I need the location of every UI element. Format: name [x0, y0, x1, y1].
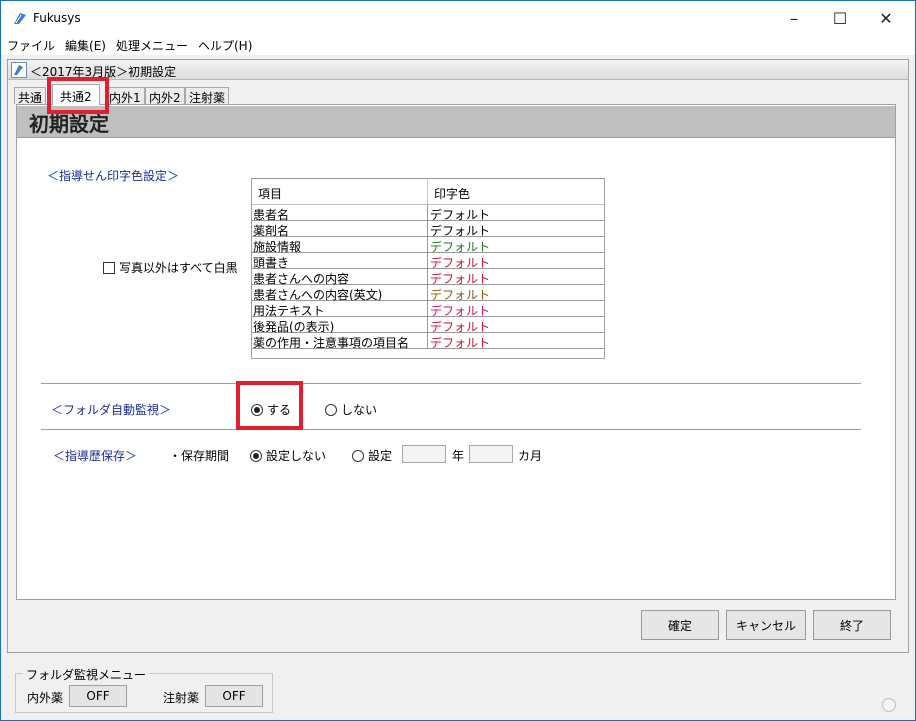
app-title: Fukusys: [33, 11, 81, 25]
table-row[interactable]: 頭書き デフォルト: [252, 253, 604, 270]
row-color-cell[interactable]: デフォルト: [427, 269, 490, 286]
row-color-cell[interactable]: デフォルト: [427, 285, 490, 302]
folder-monitor-menu-title: フォルダ監視メニュー: [23, 666, 150, 683]
row-color-cell[interactable]: デフォルト: [427, 205, 490, 222]
settings-panel: 初期設定 ＜指導せん印字色設定＞ 写真以外はすべて白黒 項目 印字色 患者名 デフ…: [16, 104, 896, 600]
row-color-cell[interactable]: デフォルト: [427, 333, 490, 350]
injection-label: 注射薬: [163, 691, 200, 705]
divider: [41, 429, 861, 430]
table-row[interactable]: 患者名 デフォルト: [252, 205, 604, 222]
print-color-section-label: ＜指導せん印字色設定＞: [47, 169, 180, 183]
table-row[interactable]: 薬剤名 デフォルト: [252, 221, 604, 238]
table-row[interactable]: 患者さんへの内容(英文) デフォルト: [252, 285, 604, 302]
row-color-cell[interactable]: デフォルト: [427, 317, 490, 334]
document-title-bar: ＜2017年3月版＞初期設定: [8, 60, 908, 80]
divider: [41, 383, 861, 384]
row-color-cell[interactable]: デフォルト: [427, 237, 490, 254]
monitor-on-option[interactable]: する: [251, 401, 291, 418]
monitor-off-label: しない: [341, 403, 378, 417]
year-input[interactable]: [402, 445, 446, 463]
retention-set-radio[interactable]: [352, 449, 364, 462]
retention-set-option[interactable]: 設定: [352, 447, 392, 464]
tab-internal1[interactable]: 内外1: [105, 87, 145, 105]
page-title: 初期設定: [29, 112, 109, 136]
folder-monitor-section-label: ＜フォルダ自動監視＞: [51, 403, 172, 417]
tab-internal2[interactable]: 内外2: [145, 87, 185, 105]
page-header: 初期設定: [17, 106, 895, 138]
tab-common[interactable]: 共通: [14, 87, 47, 105]
internal-medicine-label: 内外薬: [27, 691, 64, 705]
column-header-color: 印字色: [434, 187, 471, 201]
retention-none-label: 設定しない: [266, 449, 327, 463]
table-header: 項目 印字色: [252, 179, 604, 205]
busy-indicator-icon: [882, 698, 896, 712]
bw-checkbox-option[interactable]: 写真以外はすべて白黒: [103, 259, 238, 276]
month-unit-label: カ月: [518, 449, 543, 463]
bw-checkbox[interactable]: [103, 261, 115, 274]
menu-file[interactable]: ファイル: [7, 37, 55, 54]
tab-common2[interactable]: 共通2: [52, 84, 100, 105]
monitor-on-label: する: [267, 403, 292, 417]
menu-bar: ファイル 編集(E) 処理メニュー ヘルプ(H): [1, 35, 915, 55]
confirm-button[interactable]: 確定: [641, 610, 719, 640]
menu-edit[interactable]: 編集(E): [65, 37, 106, 54]
column-separator: [427, 179, 428, 205]
retention-none-option[interactable]: 設定しない: [250, 447, 326, 464]
table-row[interactable]: 用法テキスト デフォルト: [252, 301, 604, 318]
table-row[interactable]: 施設情報 デフォルト: [252, 237, 604, 254]
settings-document-window: ＜2017年3月版＞初期設定 共通 共通2 内外1 内外2 注射薬 初期設定 ＜…: [7, 59, 909, 653]
print-color-table: 項目 印字色 患者名 デフォルト 薬剤名 デフォルト 施設情報 デフォルト 頭書き デフォルト…: [251, 178, 605, 359]
row-color-cell[interactable]: デフォルト: [427, 221, 490, 238]
close-button[interactable]: ✕: [863, 1, 909, 35]
row-color-cell[interactable]: デフォルト: [427, 301, 490, 318]
tab-injection[interactable]: 注射薬: [185, 87, 230, 105]
row-item-cell: 薬の作用・注意事項の項目名: [253, 336, 410, 350]
column-header-item: 項目: [258, 187, 283, 201]
document-title: ＜2017年3月版＞初期設定: [30, 65, 177, 79]
menu-process[interactable]: 処理メニュー: [116, 37, 188, 54]
title-bar: Fukusys – ☐ ✕: [1, 1, 915, 35]
app-window: Fukusys – ☐ ✕ ファイル 編集(E) 処理メニュー ヘルプ(H) ＜…: [0, 0, 916, 721]
retention-none-radio[interactable]: [250, 449, 262, 462]
exit-button[interactable]: 終了: [813, 610, 891, 640]
retention-set-label: 設定: [368, 449, 393, 463]
minimize-button[interactable]: –: [771, 1, 817, 35]
month-input[interactable]: [469, 445, 513, 463]
table-row[interactable]: 薬の作用・注意事項の項目名 デフォルト: [252, 333, 604, 350]
bw-checkbox-label: 写真以外はすべて白黒: [119, 261, 238, 275]
year-unit-label: 年: [452, 449, 465, 463]
internal-monitor-toggle[interactable]: OFF: [69, 685, 127, 707]
table-row[interactable]: 後発品(の表示) デフォルト: [252, 317, 604, 334]
fukusys-logo-icon: [13, 11, 27, 25]
monitor-on-radio[interactable]: [251, 403, 263, 416]
injection-monitor-toggle[interactable]: OFF: [205, 685, 263, 707]
row-color-cell[interactable]: デフォルト: [427, 253, 490, 270]
maximize-button[interactable]: ☐: [817, 1, 863, 35]
monitor-off-radio[interactable]: [325, 403, 337, 416]
table-row[interactable]: 患者さんへの内容 デフォルト: [252, 269, 604, 286]
cancel-button[interactable]: キャンセル: [726, 610, 806, 640]
history-section-label: ＜指導歴保存＞: [53, 449, 138, 463]
menu-help[interactable]: ヘルプ(H): [198, 37, 252, 54]
retention-period-label: ・保存期間: [169, 449, 230, 463]
monitor-off-option[interactable]: しない: [325, 401, 377, 418]
document-icon: [11, 62, 27, 78]
